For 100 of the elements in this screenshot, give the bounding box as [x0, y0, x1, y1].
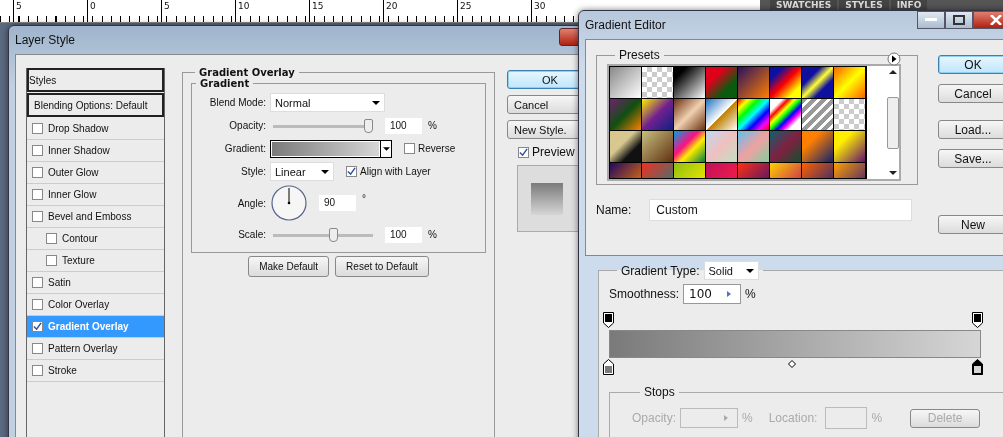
push-button[interactable]: Load...	[938, 120, 1003, 139]
checkbox[interactable]	[32, 299, 43, 310]
push-button[interactable]: Cancel	[938, 84, 1003, 103]
section-title: Gradient Overlay	[198, 67, 296, 78]
list-item[interactable]: Inner Glow	[27, 184, 164, 206]
caret-icon	[382, 146, 390, 151]
checkbox[interactable]	[32, 189, 43, 200]
checkbox[interactable]	[32, 123, 43, 134]
checkbox-label[interactable]: Preview	[518, 145, 597, 159]
gradient-swatch[interactable]	[802, 99, 833, 130]
checkbox[interactable]	[32, 277, 43, 288]
color-stop-icon[interactable]	[603, 359, 614, 375]
list-item[interactable]: Blending Options: Default	[27, 93, 164, 117]
list-item[interactable]: Satin	[27, 272, 164, 294]
gradient-swatch[interactable]	[642, 131, 673, 162]
gradient-swatch[interactable]	[738, 131, 769, 162]
list-item[interactable]: Contour	[27, 228, 164, 250]
list-item[interactable]: Pattern Overlay	[27, 338, 164, 360]
checkbox[interactable]	[32, 211, 43, 222]
color-stop-icon[interactable]	[972, 359, 983, 375]
dropdown[interactable]: Linear	[270, 162, 334, 181]
input-field[interactable]: 100	[385, 226, 422, 243]
gradient-picker[interactable]	[270, 139, 392, 158]
gradient-swatch[interactable]	[834, 131, 865, 162]
checkbox[interactable]	[32, 145, 43, 156]
slider-thumb[interactable]	[364, 118, 373, 133]
push-button[interactable]: Save...	[938, 149, 1003, 168]
dropdown[interactable]: Normal	[270, 93, 385, 112]
maximize-button[interactable]	[945, 11, 973, 29]
unit-label: °	[362, 193, 366, 204]
input-field[interactable]: 100	[683, 284, 742, 304]
opacity-stop-icon[interactable]	[972, 312, 983, 328]
input-field[interactable]: 100	[385, 117, 422, 134]
checkbox[interactable]	[32, 365, 43, 376]
gradient-swatch[interactable]	[738, 99, 769, 130]
gradient-swatch[interactable]	[834, 99, 865, 130]
gradient-swatch[interactable]	[642, 99, 673, 130]
checkbox[interactable]	[32, 343, 43, 354]
list-item[interactable]: Bevel and Emboss	[27, 206, 164, 228]
scroll-up-icon[interactable]	[889, 70, 897, 74]
checkbox[interactable]	[346, 166, 357, 177]
gradient-swatch[interactable]	[706, 99, 737, 130]
ruler-label: 10	[235, 0, 309, 22]
dropdown[interactable]: Solid	[703, 261, 759, 280]
gradient-swatch[interactable]	[610, 131, 641, 162]
caret-icon	[321, 169, 329, 174]
preview-thumbnail	[530, 182, 563, 215]
checkbox[interactable]	[46, 233, 57, 244]
list-item[interactable]: Stroke	[27, 360, 164, 382]
gradient-swatch[interactable]	[674, 131, 705, 162]
ruler-label: 15	[309, 0, 383, 22]
gradient-swatch[interactable]	[610, 67, 641, 98]
stepper-arrow-icon[interactable]	[727, 291, 732, 297]
gradient-swatch[interactable]	[770, 131, 801, 162]
unit-label: %	[428, 229, 437, 240]
midpoint-icon[interactable]	[788, 360, 796, 368]
ruler-label: 5	[161, 0, 235, 22]
gradient-swatch[interactable]	[834, 67, 865, 98]
unit-label: %	[742, 411, 753, 425]
checkbox[interactable]	[46, 255, 57, 266]
gradient-swatch[interactable]	[802, 67, 833, 98]
checkbox[interactable]	[518, 146, 529, 158]
angle-dial[interactable]	[271, 185, 307, 221]
list-item[interactable]: Inner Shadow	[27, 140, 164, 162]
checkbox[interactable]	[404, 143, 415, 154]
gradient-swatch[interactable]	[770, 67, 801, 98]
slider-thumb[interactable]	[329, 227, 339, 242]
checkbox[interactable]	[32, 167, 43, 178]
field-label: Gradient:	[223, 143, 266, 154]
gradient-swatch[interactable]	[610, 99, 641, 130]
gradient-swatch[interactable]	[642, 67, 673, 98]
list-item[interactable]: Drop Shadow	[27, 118, 164, 140]
list-item[interactable]: Outer Glow	[27, 162, 164, 184]
field-label: Angle:	[236, 197, 266, 209]
field-label: Location:	[768, 411, 818, 425]
minimize-button[interactable]	[917, 11, 945, 29]
push-button[interactable]: Make Default	[248, 256, 330, 277]
scroll-down-icon[interactable]	[889, 171, 897, 175]
checkbox-label[interactable]: Reverse	[404, 143, 456, 154]
unit-label: %	[745, 287, 756, 301]
input-field[interactable]: 90	[319, 195, 356, 211]
gradient-swatch[interactable]	[674, 67, 705, 98]
input-field[interactable]: Custom	[649, 199, 913, 221]
push-button[interactable]: Reset to Default	[335, 256, 429, 277]
gradient-swatch[interactable]	[706, 67, 737, 98]
checkbox[interactable]	[32, 321, 43, 332]
gradient-swatch[interactable]	[802, 131, 833, 162]
list-item[interactable]: Texture	[27, 250, 164, 272]
push-button[interactable]: New	[938, 215, 1003, 234]
push-button[interactable]: OK	[938, 55, 1003, 74]
list-item[interactable]: Styles	[27, 68, 164, 92]
gradient-swatch[interactable]	[674, 99, 705, 130]
ruler-label: 5	[13, 0, 87, 22]
gradient-swatch[interactable]	[738, 67, 769, 98]
group-title: Gradient	[199, 78, 251, 89]
gradient-swatch[interactable]	[770, 99, 801, 130]
checkbox-label[interactable]: Align with Layer	[346, 166, 431, 177]
section-title: Stops	[643, 385, 676, 399]
opacity-stop-icon[interactable]	[603, 312, 614, 328]
gradient-swatch[interactable]	[706, 131, 737, 162]
